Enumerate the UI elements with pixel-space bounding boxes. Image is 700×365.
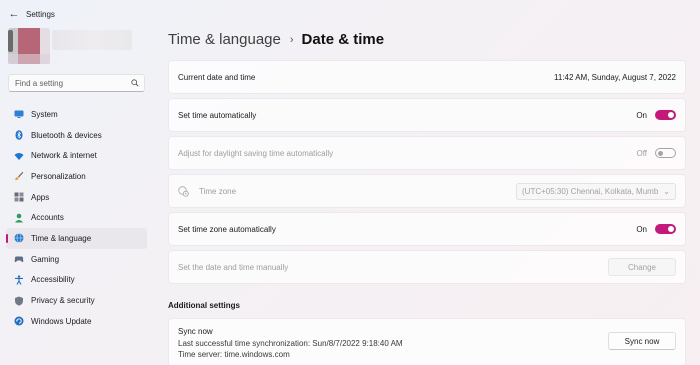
- sidebar-item-time-language[interactable]: Time & language: [6, 228, 147, 249]
- current-date-time-value: 11:42 AM, Sunday, August 7, 2022: [553, 72, 676, 82]
- manual-date-time-card: Set the date and time manually Change: [168, 250, 686, 284]
- globe-clock-icon: [14, 233, 24, 244]
- brush-icon: [14, 171, 24, 181]
- change-button[interactable]: Change: [608, 258, 676, 276]
- nav-list: System Bluetooth & devices Network & int…: [6, 104, 147, 332]
- sidebar-item-label: Accessibility: [31, 275, 75, 285]
- sync-card: Sync now Last successful time synchroniz…: [168, 318, 686, 365]
- sidebar-item-privacy[interactable]: Privacy & security: [6, 290, 147, 311]
- breadcrumb-separator: ›: [289, 33, 294, 46]
- set-time-auto-state: On: [636, 110, 647, 120]
- sidebar-item-label: Accounts: [31, 213, 64, 223]
- avatar: [8, 28, 50, 64]
- app-title: Settings: [26, 9, 55, 19]
- globe-clock-icon: [178, 185, 189, 197]
- current-date-time-label: Current date and time: [178, 72, 256, 82]
- gamepad-icon: [14, 254, 24, 264]
- chevron-down-icon: ⌄: [663, 186, 670, 196]
- sidebar-item-accounts[interactable]: Accounts: [6, 207, 147, 228]
- user-profile[interactable]: [8, 28, 132, 64]
- search-icon[interactable]: [131, 79, 139, 87]
- sidebar-item-accessibility[interactable]: Accessibility: [6, 270, 147, 291]
- additional-settings-heading: Additional settings: [168, 301, 240, 310]
- sidebar-item-network[interactable]: Network & internet: [6, 145, 147, 166]
- set-timezone-auto-label: Set time zone automatically: [178, 224, 276, 234]
- search-input[interactable]: [15, 78, 125, 88]
- breadcrumb: Time & language › Date & time: [168, 31, 384, 48]
- sync-last-time: Last successful time synchronization: Su…: [178, 338, 403, 348]
- sidebar-item-label: Network & internet: [31, 151, 97, 161]
- sidebar-item-gaming[interactable]: Gaming: [6, 249, 147, 270]
- sidebar-item-label: Gaming: [31, 254, 60, 264]
- title-bar: ← Settings: [0, 0, 700, 28]
- apps-icon: [14, 192, 24, 202]
- accessibility-icon: [14, 275, 24, 285]
- timezone-value: (UTC+05:30) Chennai, Kolkata, Mumb: [522, 186, 659, 196]
- dst-toggle[interactable]: [655, 148, 676, 158]
- sidebar-item-windows-update[interactable]: Windows Update: [6, 311, 147, 332]
- sidebar-item-label: Apps: [31, 192, 50, 202]
- current-date-time-card: Current date and time 11:42 AM, Sunday, …: [168, 60, 686, 94]
- dst-label: Adjust for daylight saving time automati…: [178, 148, 334, 158]
- timezone-card: Time zone (UTC+05:30) Chennai, Kolkata, …: [168, 174, 686, 208]
- timezone-select[interactable]: (UTC+05:30) Chennai, Kolkata, Mumb ⌄: [516, 182, 676, 200]
- avatar-edge: [8, 30, 13, 52]
- bluetooth-icon: [14, 130, 24, 140]
- sidebar-item-label: Privacy & security: [31, 296, 95, 306]
- timezone-label: Time zone: [199, 186, 237, 196]
- set-time-auto-card: Set time automatically On: [168, 98, 686, 132]
- sidebar-item-label: Time & language: [31, 233, 92, 243]
- sidebar: System Bluetooth & devices Network & int…: [0, 28, 155, 365]
- page-title: Date & time: [301, 31, 385, 48]
- sync-now-button[interactable]: Sync now: [608, 332, 676, 350]
- wifi-icon: [14, 151, 24, 161]
- dst-card: Adjust for daylight saving time automati…: [168, 136, 686, 170]
- sync-time-server: Time server: time.windows.com: [178, 350, 290, 359]
- back-arrow-icon[interactable]: ←: [7, 7, 21, 21]
- breadcrumb-parent[interactable]: Time & language: [168, 31, 281, 48]
- user-name-blurred: [52, 30, 132, 50]
- set-timezone-auto-card: Set time zone automatically On: [168, 212, 686, 246]
- search-box[interactable]: [8, 74, 145, 92]
- set-time-auto-label: Set time automatically: [178, 110, 257, 120]
- sidebar-item-label: Personalization: [31, 171, 86, 181]
- update-icon: [14, 316, 24, 326]
- manual-date-time-label: Set the date and time manually: [178, 262, 289, 272]
- set-time-auto-toggle[interactable]: [655, 110, 676, 120]
- sidebar-item-system[interactable]: System: [6, 104, 147, 125]
- set-timezone-auto-toggle[interactable]: [655, 224, 676, 234]
- sidebar-item-apps[interactable]: Apps: [6, 187, 147, 208]
- person-icon: [14, 213, 24, 223]
- set-timezone-auto-state: On: [636, 224, 647, 234]
- sidebar-item-personalization[interactable]: Personalization: [6, 166, 147, 187]
- sidebar-item-bluetooth[interactable]: Bluetooth & devices: [6, 125, 147, 146]
- sidebar-item-label: System: [31, 109, 58, 119]
- sidebar-item-label: Bluetooth & devices: [31, 130, 102, 140]
- system-icon: [14, 109, 24, 119]
- dst-state: Off: [636, 148, 647, 158]
- sidebar-item-label: Windows Update: [31, 316, 92, 326]
- sync-title: Sync now: [178, 327, 213, 336]
- shield-icon: [14, 296, 24, 306]
